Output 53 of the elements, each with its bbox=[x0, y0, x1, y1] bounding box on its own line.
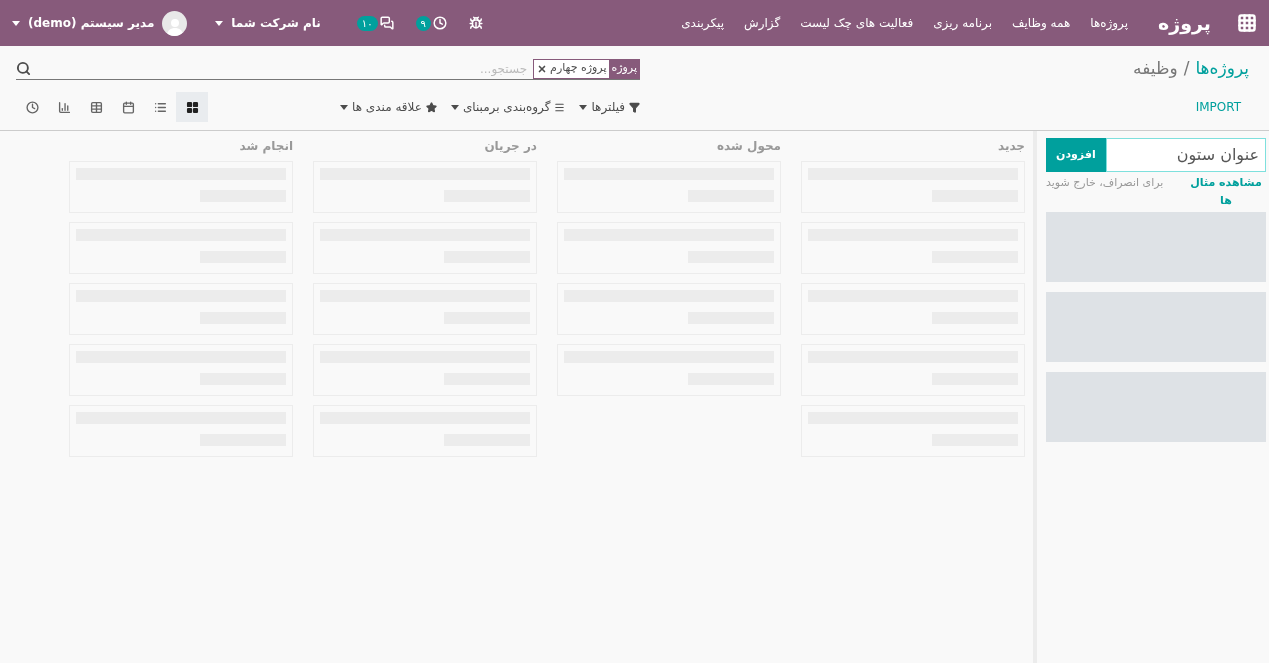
menu-item[interactable]: برنامه ریزی bbox=[933, 14, 992, 32]
search-input[interactable]: جستجو... bbox=[31, 59, 534, 78]
app-brand: پروژه bbox=[1158, 10, 1211, 37]
table-icon bbox=[89, 100, 103, 114]
menu-item[interactable]: همه وظایف bbox=[1011, 14, 1071, 32]
menu-item[interactable]: گزارش bbox=[744, 14, 781, 32]
clock-icon[interactable] bbox=[432, 16, 447, 30]
bar-chart-icon bbox=[57, 100, 71, 114]
search-icon[interactable] bbox=[16, 61, 31, 76]
calendar-icon bbox=[121, 100, 135, 114]
caret-icon bbox=[340, 104, 349, 110]
search-field[interactable]: پروژه پروژه چهارم جستجو... bbox=[16, 58, 640, 80]
company-switcher[interactable]: نام شرکت شما bbox=[215, 14, 321, 32]
filter-menu-button[interactable]: گروه‌بندی برمبنای bbox=[450, 98, 566, 116]
list-icon bbox=[153, 100, 167, 114]
menu-item[interactable]: پروژه‌ها bbox=[1090, 14, 1129, 32]
examples-link[interactable]: مشاهده مثال ها bbox=[1186, 174, 1266, 210]
cancel-hint: برای انصراف، خارج شوید bbox=[1046, 175, 1164, 191]
filter-menu-button[interactable]: علاقه مندی ها bbox=[340, 98, 437, 116]
import-button[interactable]: IMPORT bbox=[1187, 94, 1249, 120]
column-title: در جریان bbox=[483, 138, 537, 155]
search-facet[interactable]: پروژه پروژه چهارم bbox=[533, 58, 640, 79]
apps-menu-icon[interactable] bbox=[1237, 13, 1257, 33]
add-column-button[interactable]: افزودن bbox=[1046, 138, 1106, 172]
menu-item[interactable]: پیکربندی bbox=[681, 14, 725, 32]
filter-icon bbox=[629, 101, 640, 113]
breadcrumb-item: وظیفه bbox=[1133, 57, 1178, 81]
filter-menu-button[interactable]: فیلترها bbox=[579, 98, 640, 116]
column-title: محول شده bbox=[716, 138, 781, 156]
column-title: انجام شد bbox=[238, 138, 293, 156]
caret-icon bbox=[12, 20, 20, 26]
chat-icon[interactable] bbox=[379, 16, 394, 30]
breadcrumb-separator: / bbox=[1183, 57, 1190, 81]
facet-value: پروژه چهارم bbox=[549, 60, 608, 77]
column-title: جدید bbox=[996, 138, 1025, 155]
star-icon bbox=[425, 101, 437, 113]
kanban-view-button[interactable] bbox=[176, 92, 208, 122]
user-menu[interactable]: مدیر سیستم (demo) bbox=[12, 10, 188, 36]
facet-label: پروژه bbox=[609, 59, 639, 78]
clock-icon bbox=[25, 100, 39, 114]
caret-icon bbox=[579, 104, 588, 110]
caret-icon bbox=[215, 20, 224, 26]
avatar-icon bbox=[162, 10, 188, 36]
notification-badge: ۹ bbox=[415, 15, 431, 31]
column-title-input[interactable]: عنوان ستون bbox=[1105, 138, 1266, 172]
caret-icon bbox=[450, 104, 459, 110]
menu-item[interactable]: فعالیت های چک لیست bbox=[800, 14, 914, 32]
menu-icon bbox=[554, 101, 566, 113]
breadcrumb-item[interactable]: پروژه‌ها bbox=[1195, 56, 1249, 82]
close-icon[interactable] bbox=[537, 63, 548, 74]
notification-badge: ۱۰ bbox=[356, 15, 378, 31]
grid-icon bbox=[185, 100, 199, 114]
bug-icon[interactable] bbox=[468, 16, 483, 30]
